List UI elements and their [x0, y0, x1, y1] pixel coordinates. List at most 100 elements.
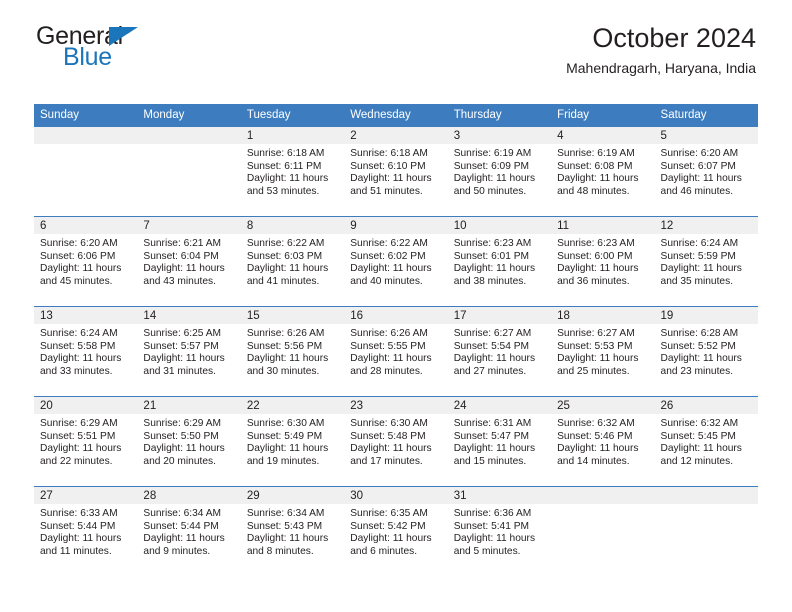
day-details: Sunrise: 6:36 AM Sunset: 5:41 PM Daylight:…	[448, 504, 551, 558]
day-detail-line: Daylight: 11 hours	[660, 173, 742, 185]
day-detail-line: Sunset: 5:44 PM	[40, 520, 116, 532]
day-details: Sunrise: 6:30 AM Sunset: 5:48 PM Daylight:…	[344, 414, 447, 468]
calendar-cell-day[interactable]: 22 Sunrise: 6:30 AM Sunset: 5:49 PM Dayligh…	[240, 396, 345, 487]
day-details: Sunrise: 6:26 AM Sunset: 5:56 PM Daylight:…	[241, 324, 344, 378]
day-details: Sunrise: 6:29 AM Sunset: 5:50 PM Daylight:…	[137, 414, 240, 468]
calendar-cell-day[interactable]: 13 Sunrise: 6:24 AM Sunset: 5:58 PM Dayligh…	[34, 306, 138, 397]
calendar-cell-day[interactable]: 23 Sunrise: 6:30 AM Sunset: 5:48 PM Dayligh…	[344, 396, 448, 487]
day-detail-line: and 50 minutes.	[453, 185, 527, 197]
day-detail-line: Sunrise: 6:22 AM	[246, 238, 325, 249]
day-detail-line: Sunrise: 6:30 AM	[246, 418, 325, 429]
day-detail-line: and 40 minutes.	[350, 275, 423, 287]
day-number: 25	[551, 397, 655, 414]
calendar-cell-day[interactable]: 16 Sunrise: 6:26 AM Sunset: 5:55 PM Dayligh…	[344, 306, 448, 397]
calendar-page: General Blue October 2024 Mahendragarh, …	[0, 0, 792, 612]
day-details: Sunrise: 6:19 AM Sunset: 6:08 PM Daylight:…	[551, 144, 654, 198]
day-detail-line: Sunset: 6:11 PM	[246, 160, 322, 172]
calendar-cell-day[interactable]: 18 Sunrise: 6:27 AM Sunset: 5:53 PM Dayligh…	[551, 306, 655, 397]
day-detail-line: Sunset: 6:06 PM	[40, 250, 116, 262]
calendar-cell-day[interactable]: 15 Sunrise: 6:26 AM Sunset: 5:56 PM Dayligh…	[240, 306, 345, 397]
day-detail-line: Sunrise: 6:26 AM	[350, 328, 428, 339]
calendar-grid: Sunday Monday Tuesday Wednesday Thursday…	[34, 104, 758, 576]
day-detail-line: Sunrise: 6:23 AM	[453, 238, 532, 249]
day-detail-line: Daylight: 11 hours	[557, 263, 639, 275]
day-details: Sunrise: 6:22 AM Sunset: 6:03 PM Daylight:…	[241, 234, 344, 288]
calendar-cell-day[interactable]: 4 Sunrise: 6:19 AM Sunset: 6:08 PM Daylight…	[551, 126, 655, 217]
calendar-cell-day[interactable]: 11 Sunrise: 6:23 AM Sunset: 6:00 PM Dayligh…	[551, 216, 655, 307]
calendar-cell-day[interactable]: 19 Sunrise: 6:28 AM Sunset: 5:52 PM Dayligh…	[654, 306, 758, 397]
day-detail-line: Sunrise: 6:25 AM	[143, 328, 222, 339]
calendar-cell-day[interactable]: 8 Sunrise: 6:22 AM Sunset: 6:03 PM Daylight…	[240, 216, 345, 307]
page-header: General Blue October 2024 Mahendragarh, …	[34, 0, 758, 76]
day-detail-line: Sunset: 5:57 PM	[143, 340, 219, 352]
day-detail-line: Sunrise: 6:36 AM	[453, 508, 532, 519]
day-detail-line: Daylight: 11 hours	[246, 353, 329, 365]
day-detail-line: Sunrise: 6:27 AM	[557, 328, 635, 339]
calendar-cell-day[interactable]: 12 Sunrise: 6:24 AM Sunset: 5:59 PM Dayligh…	[654, 216, 758, 307]
day-detail-line: Sunrise: 6:21 AM	[143, 238, 222, 249]
calendar-cell-day[interactable]: 26 Sunrise: 6:32 AM Sunset: 5:45 PM Dayligh…	[654, 396, 758, 487]
day-detail-line: Sunset: 5:44 PM	[143, 520, 219, 532]
calendar-cell-day[interactable]: 31 Sunrise: 6:36 AM Sunset: 5:41 PM Dayligh…	[447, 486, 552, 576]
calendar-cell-day[interactable]: 7 Sunrise: 6:21 AM Sunset: 6:04 PM Daylight…	[137, 216, 241, 307]
calendar-cell-day[interactable]: 24 Sunrise: 6:31 AM Sunset: 5:47 PM Dayligh…	[447, 396, 552, 487]
day-detail-line: Sunset: 6:08 PM	[557, 160, 633, 172]
day-detail-line: Sunset: 5:46 PM	[557, 430, 633, 442]
calendar-cell-day[interactable]: 21 Sunrise: 6:29 AM Sunset: 5:50 PM Dayligh…	[137, 396, 241, 487]
day-details: Sunrise: 6:29 AM Sunset: 5:51 PM Daylight:…	[34, 414, 137, 468]
calendar-week-row: 13 Sunrise: 6:24 AM Sunset: 5:58 PM Dayligh…	[34, 306, 758, 397]
day-detail-line: Sunrise: 6:29 AM	[143, 418, 222, 429]
page-subtitle: Mahendragarh, Haryana, India	[566, 60, 756, 76]
calendar-cell-day[interactable]: 20 Sunrise: 6:29 AM Sunset: 5:51 PM Dayligh…	[34, 396, 138, 487]
day-detail-line: and 5 minutes.	[453, 545, 521, 557]
day-detail-line: and 20 minutes.	[143, 455, 216, 467]
day-detail-line: Sunrise: 6:35 AM	[350, 508, 428, 519]
calendar-cell-day[interactable]: 6 Sunrise: 6:20 AM Sunset: 6:06 PM Daylight…	[34, 216, 138, 307]
calendar-cell-day[interactable]: 5 Sunrise: 6:20 AM Sunset: 6:07 PM Daylight…	[654, 126, 758, 217]
day-number: 24	[447, 397, 552, 414]
day-detail-line: Daylight: 11 hours	[453, 443, 536, 455]
day-detail-line: Daylight: 11 hours	[557, 443, 639, 455]
title-block: October 2024 Mahendragarh, Haryana, Indi…	[566, 22, 756, 78]
calendar-cell-day[interactable]: 29 Sunrise: 6:34 AM Sunset: 5:43 PM Dayligh…	[240, 486, 345, 576]
day-number	[551, 487, 655, 504]
calendar-cell-day[interactable]: 17 Sunrise: 6:27 AM Sunset: 5:54 PM Dayligh…	[447, 306, 552, 397]
day-detail-line: and 33 minutes.	[40, 365, 113, 377]
day-detail-line: Sunset: 6:09 PM	[453, 160, 530, 172]
calendar-cell-day[interactable]: 10 Sunrise: 6:23 AM Sunset: 6:01 PM Dayligh…	[447, 216, 552, 307]
day-detail-line: Daylight: 11 hours	[246, 533, 329, 545]
calendar-cell-day[interactable]: 14 Sunrise: 6:25 AM Sunset: 5:57 PM Dayligh…	[137, 306, 241, 397]
calendar-cell-day[interactable]: 9 Sunrise: 6:22 AM Sunset: 6:02 PM Daylight…	[344, 216, 448, 307]
day-number: 20	[34, 397, 138, 414]
day-number: 17	[447, 307, 552, 324]
calendar-cell-day[interactable]: 3 Sunrise: 6:19 AM Sunset: 6:09 PM Daylight…	[447, 126, 552, 217]
day-number: 6	[34, 217, 138, 234]
day-detail-line: Sunrise: 6:32 AM	[557, 418, 635, 429]
day-detail-line: Daylight: 11 hours	[40, 443, 122, 455]
calendar-cell-day[interactable]: 30 Sunrise: 6:35 AM Sunset: 5:42 PM Dayligh…	[344, 486, 448, 576]
day-number: 16	[344, 307, 448, 324]
day-detail-line: and 48 minutes.	[557, 185, 630, 197]
day-detail-line: and 15 minutes.	[453, 455, 527, 467]
calendar-cell-day[interactable]: 27 Sunrise: 6:33 AM Sunset: 5:44 PM Dayligh…	[34, 486, 138, 576]
calendar-cell-day[interactable]: 1 Sunrise: 6:18 AM Sunset: 6:11 PM Daylight…	[240, 126, 345, 217]
calendar-cell-day[interactable]: 25 Sunrise: 6:32 AM Sunset: 5:46 PM Dayligh…	[551, 396, 655, 487]
day-detail-line: Sunset: 5:59 PM	[660, 250, 736, 262]
day-number: 2	[344, 127, 448, 144]
calendar-cell-day[interactable]: 2 Sunrise: 6:18 AM Sunset: 6:10 PM Daylight…	[344, 126, 448, 217]
day-detail-line: Daylight: 11 hours	[246, 173, 329, 185]
day-detail-line: Sunrise: 6:26 AM	[246, 328, 325, 339]
calendar-cell-day[interactable]: 28 Sunrise: 6:34 AM Sunset: 5:44 PM Dayligh…	[137, 486, 241, 576]
day-detail-line: Sunset: 5:42 PM	[350, 520, 426, 532]
day-detail-line: Sunrise: 6:19 AM	[557, 148, 635, 159]
day-details: Sunrise: 6:18 AM Sunset: 6:11 PM Daylight:…	[241, 144, 344, 198]
day-details: Sunrise: 6:34 AM Sunset: 5:43 PM Daylight:…	[241, 504, 344, 558]
day-detail-line: Sunset: 5:51 PM	[40, 430, 116, 442]
brand-logo[interactable]: General Blue	[36, 22, 256, 74]
calendar-cell-empty	[137, 126, 241, 217]
day-detail-line: and 8 minutes.	[246, 545, 314, 557]
day-detail-line: Daylight: 11 hours	[453, 353, 536, 365]
day-detail-line: Sunrise: 6:34 AM	[246, 508, 325, 519]
day-details: Sunrise: 6:24 AM Sunset: 5:58 PM Daylight:…	[34, 324, 137, 378]
day-details: Sunrise: 6:26 AM Sunset: 5:55 PM Daylight:…	[344, 324, 447, 378]
